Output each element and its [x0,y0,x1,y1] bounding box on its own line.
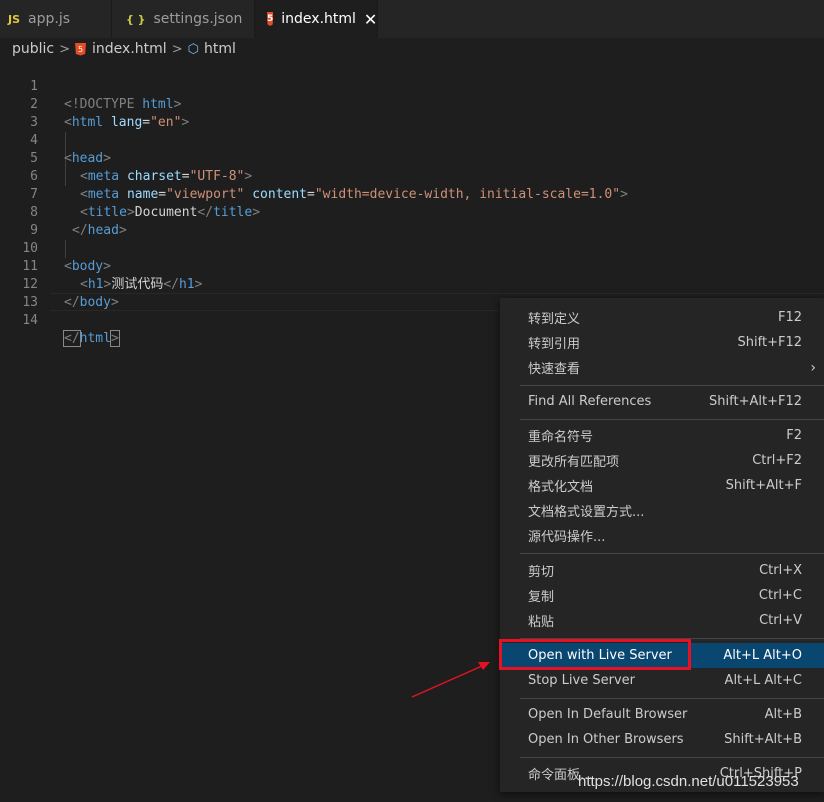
menu-item-source-action[interactable]: 源代码操作... [500,523,824,548]
menu-separator [520,698,824,699]
html5-file-icon: 5 [267,12,274,26]
tab-label: settings.json [153,11,243,27]
menu-item-shortcut: Alt+B [764,707,802,722]
menu-item-go-to-definition[interactable]: 转到定义 F12 [500,305,824,330]
javascript-file-icon: JS [8,12,21,26]
tab-app-js[interactable]: JS app.js [0,0,112,38]
tag-name: html [79,331,111,346]
tab-label: index.html [281,11,356,27]
menu-item-shortcut: Shift+Alt+B [724,732,802,747]
tab-label: app.js [28,11,71,27]
menu-item-shortcut: F12 [777,310,802,325]
menu-item-label: 快速查看 [528,362,581,377]
code-line: 13 [0,276,824,310]
menu-item-label: 粘贴 [528,615,555,630]
chevron-right-icon: › [810,359,816,376]
menu-item-label: Find All References [528,394,652,409]
menu-item-label: 复制 [528,590,555,605]
menu-separator [520,553,824,554]
menu-item-shortcut: Shift+Alt+F [725,478,802,493]
menu-item-copy[interactable]: 复制 Ctrl+C [500,583,824,608]
code-line: 6 <meta name="viewport" content="width=d… [0,150,824,202]
tab-bar: JS app.js { } settings.json 5 index.html… [0,0,824,38]
code-line: 8 </head> [0,186,824,238]
json-file-icon: { } [126,12,146,26]
menu-item-shortcut: Alt+L Alt+C [724,673,802,688]
breadcrumb-symbol[interactable]: html [204,41,236,57]
menu-separator [520,757,824,758]
menu-separator [520,419,824,420]
menu-item-peek[interactable]: 快速查看 › [500,355,824,380]
bracket-match: </ [63,330,81,347]
menu-separator [520,385,824,386]
menu-item-label: 更改所有匹配项 [528,455,620,470]
tab-index-html[interactable]: 5 index.html ✕ [255,0,378,38]
code-line: 4 <head> [0,114,824,166]
menu-item-cut[interactable]: 剪切 Ctrl+X [500,558,824,583]
menu-item-label: 转到引用 [528,337,581,352]
menu-item-label: Open In Other Browsers [528,732,684,747]
menu-item-label: 剪切 [528,565,555,580]
menu-item-open-other-browsers[interactable]: Open In Other Browsers Shift+Alt+B [500,727,824,752]
menu-item-shortcut: F2 [786,428,802,443]
context-menu: 转到定义 F12 转到引用 Shift+F12 快速查看 › Find All … [500,298,824,792]
menu-item-change-all-occurrences[interactable]: 更改所有匹配项 Ctrl+F2 [500,448,824,473]
watermark: https://blog.csdn.net/u011523953 [578,773,799,790]
symbol-cube-icon: ⬡ [187,41,199,57]
menu-item-paste[interactable]: 粘贴 Ctrl+V [500,608,824,633]
line-number: 14 [22,313,38,328]
code-line: 9 [0,204,824,238]
menu-item-label: 源代码操作... [528,530,606,545]
menu-item-shortcut: Ctrl+X [759,563,802,578]
menu-item-label: 重命名符号 [528,430,594,445]
menu-item-label: Stop Live Server [528,673,635,688]
menu-item-label: 转到定义 [528,312,581,327]
menu-item-format-document-with[interactable]: 文档格式设置方式... [500,498,824,523]
menu-item-go-to-references[interactable]: 转到引用 Shift+F12 [500,330,824,355]
chevron-right-icon: > [59,41,71,57]
html5-file-icon: 5 [75,42,87,56]
menu-item-label: 格式化文档 [528,480,594,495]
menu-item-shortcut: Shift+F12 [737,335,802,350]
bracket-match: > [109,330,120,347]
tab-settings-json[interactable]: { } settings.json [112,0,255,38]
menu-item-open-default-browser[interactable]: Open In Default Browser Alt+B [500,702,824,727]
code-line: 12 </body> [0,258,824,310]
breadcrumb: public > 5 index.html > ⬡ html [0,38,824,60]
highlight-box [499,639,691,670]
code-line: 1 <!DOCTYPE html> [0,60,824,112]
code-line: 7 <title>Document</title> [0,168,824,220]
code-line: 3 [0,96,824,130]
menu-item-find-all-references[interactable]: Find All References Shift+Alt+F12 [500,389,824,414]
breadcrumb-folder[interactable]: public [12,41,54,57]
menu-item-shortcut: Ctrl+C [758,588,802,603]
menu-item-shortcut: Alt+L Alt+O [723,648,802,663]
menu-item-rename-symbol[interactable]: 重命名符号 F2 [500,423,824,448]
menu-item-shortcut: Ctrl+V [759,613,802,628]
code-line: 10 <body> [0,222,824,274]
menu-item-stop-live-server[interactable]: Stop Live Server Alt+L Alt+C [500,668,824,693]
code-line: 2 <html lang="en"> [0,78,824,130]
breadcrumb-file[interactable]: index.html [92,41,167,57]
menu-item-shortcut: Ctrl+F2 [752,453,802,468]
menu-item-format-document[interactable]: 格式化文档 Shift+Alt+F [500,473,824,498]
code-line: 5 <meta charset="UTF-8"> [0,132,824,184]
menu-item-label: Open In Default Browser [528,707,688,722]
close-icon[interactable]: ✕ [364,10,377,29]
menu-item-label: 文档格式设置方式... [528,505,645,520]
menu-item-shortcut: Shift+Alt+F12 [709,394,802,409]
chevron-right-icon: > [171,41,183,57]
code-line: 11 <h1>测试代码</h1> [0,240,824,292]
